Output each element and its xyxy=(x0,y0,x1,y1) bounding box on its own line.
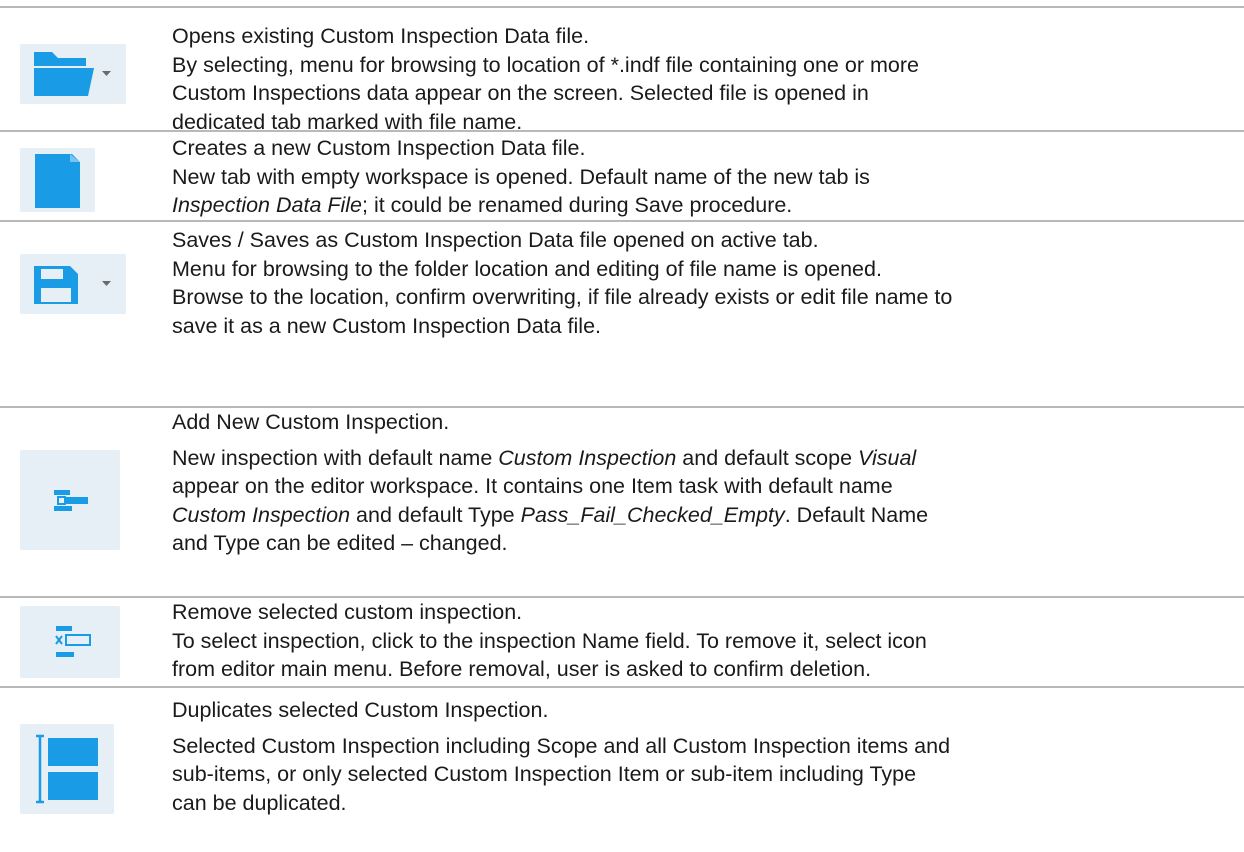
row-title: Creates a new Custom Inspection Data fil… xyxy=(172,136,586,160)
table-row: Opens existing Custom Inspection Data fi… xyxy=(0,8,1244,134)
row-title: Duplicates selected Custom Inspection. xyxy=(172,698,549,722)
new-file-icon xyxy=(35,154,80,208)
table-row: Creates a new Custom Inspection Data fil… xyxy=(0,132,1244,220)
add-inspection-button[interactable] xyxy=(20,450,120,550)
open-file-button[interactable] xyxy=(20,44,126,104)
table-row: Add New Custom Inspection. New inspectio… xyxy=(0,408,1244,594)
chevron-down-icon[interactable] xyxy=(102,71,112,77)
new-file-button[interactable] xyxy=(20,148,95,212)
duplicate-inspection-button[interactable] xyxy=(20,724,114,814)
row-title: Add New Custom Inspection. xyxy=(172,410,450,434)
row-description: Duplicates selected Custom Inspection. S… xyxy=(172,696,1240,817)
row-description: Saves / Saves as Custom Inspection Data … xyxy=(172,226,1240,340)
row-description: Remove selected custom inspection. To se… xyxy=(172,598,1240,684)
add-inspection-icon xyxy=(54,490,88,511)
table-row: Remove selected custom inspection. To se… xyxy=(0,598,1244,686)
table-row: Duplicates selected Custom Inspection. S… xyxy=(0,688,1244,852)
row-title: Saves / Saves as Custom Inspection Data … xyxy=(172,228,819,252)
save-file-button[interactable] xyxy=(20,254,126,314)
row-title: Opens existing Custom Inspection Data fi… xyxy=(172,24,590,48)
remove-inspection-button[interactable] xyxy=(20,606,120,678)
row-description: Opens existing Custom Inspection Data fi… xyxy=(172,22,1240,136)
duplicate-inspection-icon xyxy=(36,734,98,804)
row-description: Add New Custom Inspection. New inspectio… xyxy=(172,408,1240,558)
remove-inspection-icon xyxy=(55,626,91,657)
row-title: Remove selected custom inspection. xyxy=(172,600,523,624)
row-description: Creates a new Custom Inspection Data fil… xyxy=(172,134,1240,220)
chevron-down-icon[interactable] xyxy=(102,281,112,287)
table-row: Saves / Saves as Custom Inspection Data … xyxy=(0,222,1244,346)
